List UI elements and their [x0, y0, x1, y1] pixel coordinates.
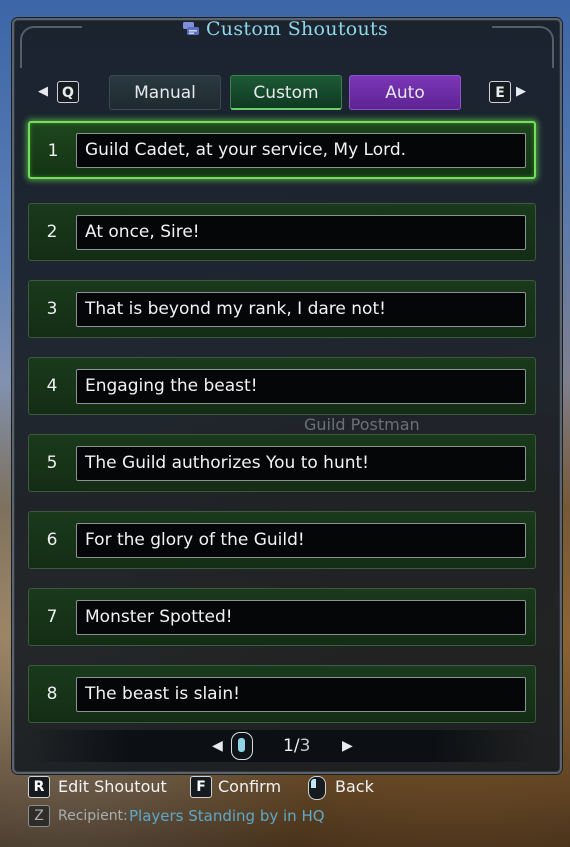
- next-tab-key[interactable]: E: [489, 81, 511, 103]
- prev-tab-arrow-icon[interactable]: ◀: [38, 84, 48, 99]
- shoutout-text[interactable]: At once, Sire!: [76, 215, 526, 250]
- prev-tab-key[interactable]: Q: [57, 81, 79, 103]
- shoutout-number: 4: [46, 376, 58, 396]
- shoutout-text[interactable]: The Guild authorizes You to hunt!: [76, 446, 526, 481]
- page-indicator: 1/3: [283, 736, 310, 756]
- tab-manual[interactable]: Manual: [109, 75, 221, 110]
- confirm-key[interactable]: F: [190, 776, 212, 798]
- shoutout-text[interactable]: For the glory of the Guild!: [76, 523, 526, 558]
- shoutout-row-5[interactable]: 5 The Guild authorizes You to hunt!: [28, 434, 536, 492]
- recipient-row: Z Recipient: Players Standing by in HQ: [28, 805, 548, 827]
- edit-shoutout-key[interactable]: R: [28, 776, 50, 798]
- shoutout-text[interactable]: That is beyond my rank, I dare not!: [76, 292, 526, 327]
- control-hints: R Edit Shoutout F Confirm Back: [28, 776, 548, 800]
- shoutout-number: 2: [46, 222, 58, 242]
- shoutout-number: 7: [46, 607, 58, 627]
- shoutout-number: 1: [47, 141, 59, 161]
- shoutout-text[interactable]: Guild Cadet, at your service, My Lord.: [76, 133, 526, 168]
- page-prev-arrow-icon[interactable]: ◀: [212, 738, 223, 754]
- shoutout-text[interactable]: The beast is slain!: [76, 677, 526, 712]
- shoutout-text[interactable]: Monster Spotted!: [76, 600, 526, 635]
- recipient-value[interactable]: Players Standing by in HQ: [129, 807, 325, 825]
- page-next-arrow-icon[interactable]: ▶: [342, 738, 353, 754]
- pager-bar: [28, 730, 536, 762]
- speech-bubble-icon: [182, 22, 199, 35]
- page-current: 1: [283, 736, 294, 756]
- shoutout-number: 5: [46, 453, 58, 473]
- page-total: 3: [299, 736, 311, 756]
- mouse-wheel-icon: [231, 732, 253, 760]
- background-npc-label: Guild Postman: [304, 415, 420, 434]
- panel-title-text: Custom Shoutouts: [205, 18, 389, 40]
- tab-bar: ◀ Q Manual Custom Auto E ▶: [0, 75, 570, 111]
- mouse-right-icon[interactable]: [308, 776, 326, 800]
- panel-title: Custom Shoutouts: [0, 18, 570, 40]
- shoutout-number: 6: [46, 530, 58, 550]
- next-tab-arrow-icon[interactable]: ▶: [516, 84, 526, 99]
- shoutout-number: 3: [46, 299, 58, 319]
- shoutout-text[interactable]: Engaging the beast!: [76, 369, 526, 404]
- shoutout-number: 8: [46, 684, 58, 704]
- tab-auto[interactable]: Auto: [349, 75, 461, 110]
- recipient-key[interactable]: Z: [28, 805, 50, 827]
- back-label[interactable]: Back: [335, 777, 374, 796]
- edit-shoutout-label[interactable]: Edit Shoutout: [58, 777, 167, 796]
- shoutout-row-8[interactable]: 8 The beast is slain!: [28, 665, 536, 723]
- shoutout-row-7[interactable]: 7 Monster Spotted!: [28, 588, 536, 646]
- shoutout-row-2[interactable]: 2 At once, Sire!: [28, 203, 536, 261]
- shoutout-row-3[interactable]: 3 That is beyond my rank, I dare not!: [28, 280, 536, 338]
- shoutout-row-1[interactable]: 1 Guild Cadet, at your service, My Lord.: [28, 121, 536, 179]
- shoutout-row-6[interactable]: 6 For the glory of the Guild!: [28, 511, 536, 569]
- confirm-label[interactable]: Confirm: [218, 777, 281, 796]
- recipient-label: Recipient:: [58, 808, 128, 824]
- tab-custom[interactable]: Custom: [230, 75, 342, 110]
- shoutout-row-4[interactable]: 4 Engaging the beast!: [28, 357, 536, 415]
